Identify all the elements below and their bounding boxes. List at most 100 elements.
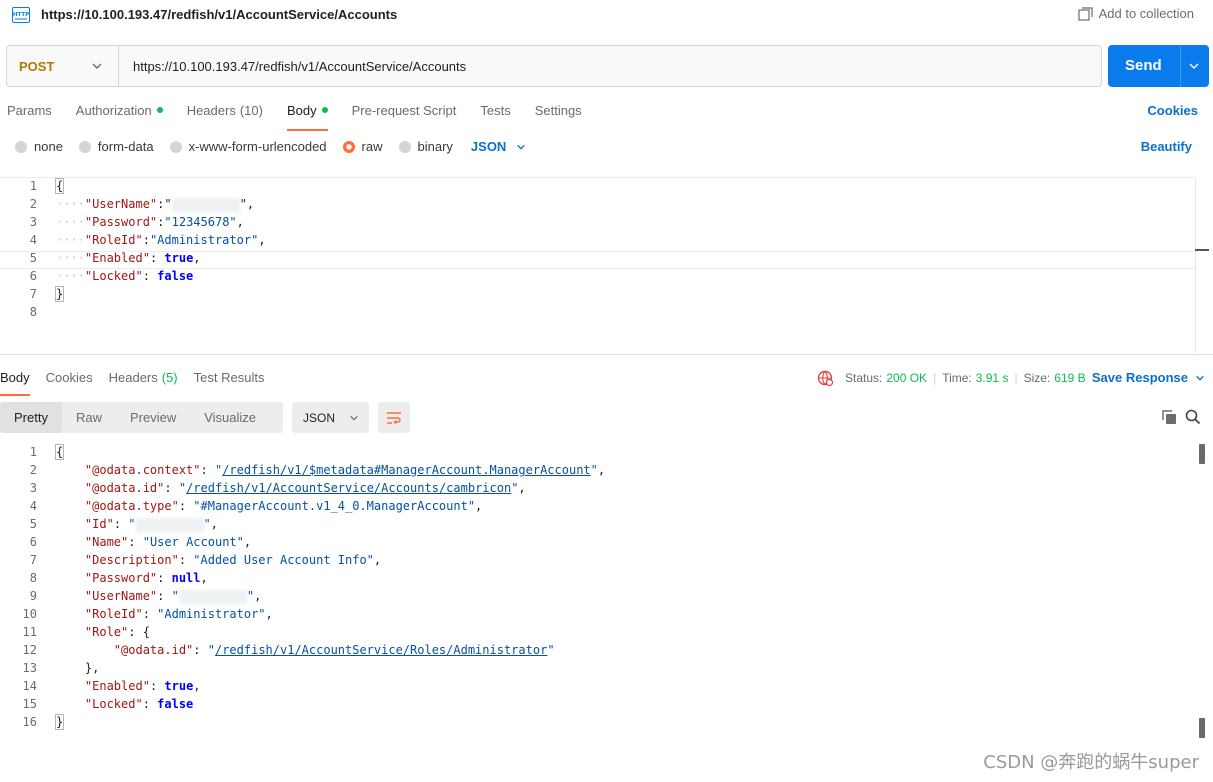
url-input[interactable]: https://10.100.193.47/redfish/v1/Account… [133, 59, 466, 74]
body-format-select[interactable]: JSON [471, 139, 526, 154]
request-url-bar: POST https://10.100.193.47/redfish/v1/Ac… [6, 45, 1102, 87]
json-value: "Administrator" [157, 607, 266, 621]
json-value: true [164, 679, 194, 693]
json-value: "Added User Account Info" [193, 553, 374, 567]
chevron-down-icon [350, 415, 358, 420]
radio-binary[interactable]: binary [398, 139, 453, 154]
code-line: 1 { [0, 444, 1195, 462]
view-pretty[interactable]: Pretty [0, 402, 62, 433]
line-number: 1 [29, 179, 37, 193]
line-number: 6 [29, 535, 37, 549]
request-editor-scroll-thumb[interactable] [1195, 249, 1209, 251]
tab-label: Body [286, 103, 317, 118]
code-text: "Role": { [84, 625, 150, 639]
tab-body[interactable]: Body [286, 103, 328, 131]
code-text: }, [84, 661, 100, 675]
line-number: 2 [29, 463, 37, 477]
tab-headers[interactable]: Headers (10) [187, 103, 263, 127]
radio-raw[interactable]: raw [342, 139, 383, 154]
radio-circle [169, 140, 182, 153]
code-line: 14 "Enabled": true, [0, 678, 1195, 696]
code-text: ····"UserName":" ", [56, 197, 255, 212]
odata-id-link[interactable]: /redfish/v1/AccountService/Accounts/camb… [186, 481, 511, 495]
line-number: 8 [29, 571, 37, 585]
request-tabs: Params Authorization Headers (10) Body Pr… [7, 103, 606, 131]
send-options-chevron-icon[interactable] [1188, 60, 1200, 72]
tab-params[interactable]: Params [7, 103, 52, 127]
save-response-button[interactable]: Save Response [1092, 370, 1205, 385]
size-value[interactable]: 619 B [1054, 371, 1085, 385]
cookies-link[interactable]: Cookies [1147, 103, 1198, 118]
globe-icon[interactable] [817, 370, 833, 386]
tab-authorization[interactable]: Authorization [76, 103, 163, 127]
response-scrollbar-top[interactable] [1199, 444, 1205, 464]
tab-label: Pre-request Script [351, 103, 457, 118]
response-body-viewer[interactable]: 1 { 2 "@odata.context": "/redfish/v1/$me… [0, 444, 1195, 744]
code-text: ····"RoleId":"Administrator", [56, 233, 266, 247]
wrap-lines-button[interactable] [378, 402, 410, 433]
code-line: 5 ····"Enabled": true, [0, 250, 1195, 268]
view-label: Raw [75, 410, 102, 425]
view-visualize[interactable]: Visualize [190, 402, 270, 433]
search-icon[interactable] [1185, 409, 1201, 425]
add-to-collection-button[interactable]: Add to collection [1077, 6, 1194, 21]
request-body-editor[interactable]: 1 { 2 ····"UserName":" ", 3 ····"Password… [0, 177, 1195, 353]
tab-test-results[interactable]: Test Results [194, 370, 265, 390]
radio-form-data[interactable]: form-data [78, 139, 154, 154]
add-to-collection-label: Add to collection [1098, 6, 1194, 21]
response-format-label: JSON [303, 410, 336, 425]
body-type-selector: none form-data x-www-form-urlencoded raw… [15, 139, 526, 154]
code-text: { [54, 178, 65, 194]
tab-label: Cookies [45, 370, 93, 385]
code-line: 8 "Password": null, [0, 570, 1195, 588]
pane-divider[interactable] [0, 354, 1213, 355]
http-icon: HTTP [12, 7, 30, 23]
time-value[interactable]: 3.91 s [976, 371, 1009, 385]
code-text: "UserName": " ", [84, 589, 262, 604]
send-label: Send [1125, 57, 1162, 74]
line-number: 1 [29, 445, 37, 459]
beautify-button[interactable]: Beautify [1141, 139, 1192, 154]
method-select[interactable]: POST [7, 46, 119, 86]
tab-response-body[interactable]: Body [0, 370, 30, 396]
json-key: "Role" [84, 625, 129, 639]
status-value[interactable]: 200 OK [886, 371, 927, 385]
radio-circle [78, 140, 91, 153]
send-button[interactable]: Send [1108, 45, 1209, 87]
code-line: 16 } [0, 714, 1195, 732]
tab-label: Tests [480, 103, 511, 118]
code-token: { [54, 178, 65, 194]
tab-response-cookies[interactable]: Cookies [46, 370, 93, 390]
code-text: "@odata.id": "/redfish/v1/AccountService… [84, 481, 526, 495]
radio-none[interactable]: none [15, 139, 63, 154]
tab-label: Body [0, 370, 30, 385]
separator: | [1014, 371, 1018, 385]
json-value: "#ManagerAccount.v1_4_0.ManagerAccount" [193, 499, 476, 513]
json-key: "Id" [84, 517, 114, 531]
tab-response-headers[interactable]: Headers (5) [109, 370, 178, 390]
tab-tests[interactable]: Tests [480, 103, 510, 127]
tab-settings[interactable]: Settings [535, 103, 582, 127]
line-number: 5 [29, 517, 37, 531]
code-text: "Description": "Added User Account Info"… [84, 553, 382, 567]
odata-context-link[interactable]: /redfish/v1/$metadata#ManagerAccount.Man… [222, 463, 590, 477]
tab-count: (10) [239, 103, 263, 118]
request-editor-scrollbar[interactable] [1195, 177, 1196, 353]
response-tabs: Body Cookies Headers (5) Test Results [0, 370, 280, 396]
json-value: false [157, 697, 194, 711]
json-key: "Locked" [84, 697, 143, 711]
response-scrollbar-bottom[interactable] [1199, 718, 1205, 738]
line-number: 5 [29, 251, 37, 265]
view-preview[interactable]: Preview [116, 402, 190, 433]
tab-pre-request-script[interactable]: Pre-request Script [352, 103, 457, 127]
code-text: "@odata.type": "#ManagerAccount.v1_4_0.M… [84, 499, 483, 513]
radio-x-www-form-urlencoded[interactable]: x-www-form-urlencoded [169, 139, 327, 154]
response-format-select[interactable]: JSON [292, 402, 369, 433]
code-line: 5 "Id": " ", [0, 516, 1195, 534]
role-odata-id-link[interactable]: /redfish/v1/AccountService/Roles/Adminis… [215, 643, 547, 657]
chevron-down-icon [92, 63, 102, 69]
copy-icon[interactable] [1161, 409, 1177, 425]
radio-label: form-data [97, 139, 154, 154]
view-raw[interactable]: Raw [62, 402, 116, 433]
status-dot [321, 107, 328, 113]
